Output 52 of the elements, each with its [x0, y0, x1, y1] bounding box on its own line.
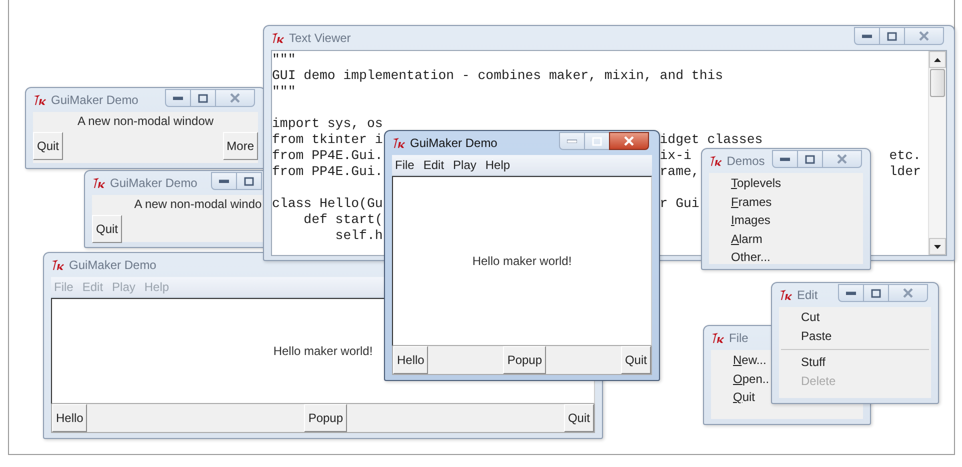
menu-item[interactable]: Toplevels — [731, 174, 782, 192]
menu-item[interactable]: Edit — [423, 158, 444, 172]
menu-item[interactable]: Other... — [731, 248, 770, 266]
message-text: Hello maker world! — [273, 344, 373, 358]
menu-item[interactable]: Stuff — [801, 353, 826, 372]
code-text: """ — [272, 84, 296, 100]
code-text: import sys, os — [272, 116, 383, 132]
menu-item[interactable]: Alarm — [731, 230, 762, 248]
window-title: GuiMaker Demo — [410, 136, 498, 150]
window-button[interactable]: Hello — [393, 346, 428, 374]
code-text: """ — [272, 52, 296, 68]
menu-item[interactable]: Cut — [801, 308, 820, 326]
message-text: A new non-modal window — [77, 114, 214, 128]
window-button[interactable]: Quit — [33, 132, 64, 160]
code-text: def start( — [302, 212, 383, 228]
window-button[interactable]: Hello — [52, 404, 88, 432]
code-text: GUI demo implementation - combines maker, mixin, and this — [272, 68, 724, 84]
window-button[interactable]: Quit — [620, 346, 651, 374]
window-title: Demos — [726, 154, 765, 168]
code-text: r Gui — [660, 196, 700, 212]
menu-item[interactable]: Paste — [801, 326, 832, 345]
window-button[interactable]: More — [222, 132, 258, 160]
menu-item[interactable]: Help — [485, 158, 510, 172]
menu-item[interactable]: Quit — [733, 388, 756, 406]
menu-item[interactable]: File — [395, 158, 414, 172]
code-text: from tkinter i — [272, 132, 383, 148]
window-title: GuiMaker Demo — [51, 93, 138, 107]
code-text: etc. — [889, 148, 921, 164]
window-title: Text Viewer — [289, 31, 351, 45]
menu-item[interactable]: Play — [453, 158, 476, 172]
code-text: self.h — [334, 228, 383, 244]
window-title: GuiMaker Demo — [110, 176, 198, 190]
window-title: GuiMaker Demo — [69, 258, 156, 272]
code-text: class Hello(Gu — [272, 196, 383, 212]
code-text: from PP4E.Gui. — [272, 148, 383, 164]
window-button[interactable]: Popup — [304, 404, 348, 432]
window-button[interactable]: Quit — [92, 215, 122, 243]
code-text: from PP4E.Gui. — [272, 164, 383, 180]
menu-item[interactable]: New... — [733, 351, 766, 370]
menu-item[interactable]: Open.. — [733, 370, 770, 388]
message-text: A new non-modal windo — [134, 197, 262, 211]
window-button[interactable]: Popup — [503, 346, 546, 374]
code-text: rame, — [660, 164, 700, 180]
menu-item[interactable]: Frames — [731, 192, 772, 211]
message-text: Hello maker world! — [472, 254, 572, 268]
window-title: Edit — [797, 288, 818, 302]
code-text: lder — [889, 164, 921, 180]
window-title: File — [729, 331, 748, 345]
window-button[interactable]: Quit — [564, 404, 594, 432]
menu-item[interactable]: Images — [731, 211, 770, 230]
code-text: idget classes — [660, 132, 763, 148]
code-text: ix-i — [660, 148, 692, 164]
